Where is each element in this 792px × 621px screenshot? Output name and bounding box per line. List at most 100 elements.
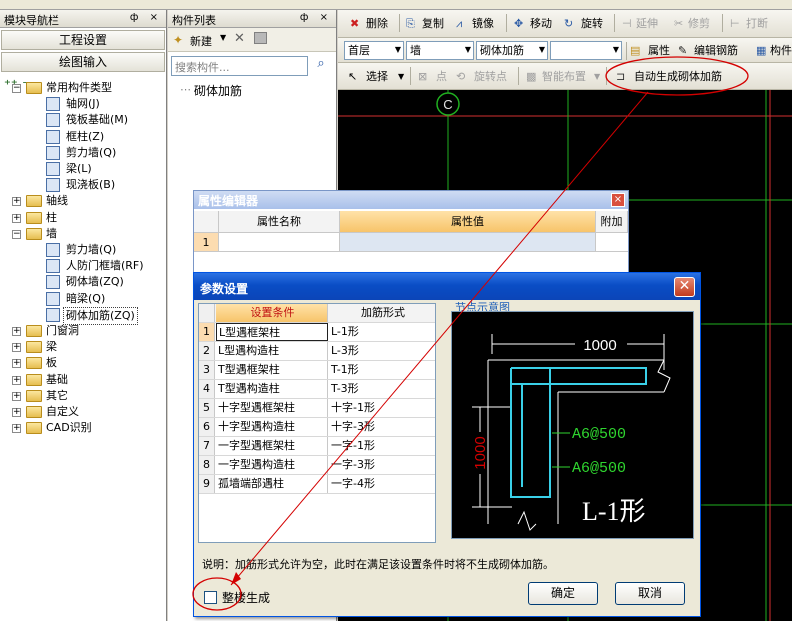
draw-input-button[interactable]: 绘图输入 [1,52,165,72]
tree-item[interactable]: 人防门框墙(RF) [0,258,166,274]
param-row[interactable]: 5 十字型遇框架柱 十字-1形 [199,399,435,418]
param-condition-cell[interactable]: T型遇构造柱 [216,380,328,398]
tree-item[interactable]: − 墙 [0,226,166,242]
param-form-cell[interactable]: 一字-3形 [329,456,435,474]
new-button[interactable]: 新建 [190,33,212,49]
param-row[interactable]: 1 L型遇框架柱 L-1形 [199,323,435,342]
expand-icon[interactable]: + [12,197,21,207]
param-form-cell[interactable]: T-3形 [329,380,435,398]
tree-item[interactable]: + 板 [0,355,166,371]
point-button[interactable]: 点 [436,68,447,85]
tree-item[interactable]: 剪力墙(Q) [0,242,166,258]
tree-item[interactable]: + CAD识别 [0,420,166,436]
tree-item[interactable]: 轴网(J) [0,96,166,112]
project-settings-button[interactable]: 工程设置 [1,30,165,50]
param-condition-cell[interactable]: T型遇框架柱 [216,361,328,379]
tree-item[interactable]: + 基础 [0,372,166,388]
param-form-cell[interactable]: L-3形 [329,342,435,360]
pin-icon[interactable]: ф [300,12,313,23]
auto-generate-button[interactable]: 自动生成砌体加筋 [634,68,722,85]
prop-name-cell[interactable] [219,233,340,252]
tree-item[interactable]: 暗梁(Q) [0,291,166,307]
tree-item[interactable]: + 柱 [0,210,166,226]
expand-icon[interactable]: + [12,424,21,434]
tree-item[interactable]: 剪力墙(Q) [0,145,166,161]
param-condition-cell[interactable]: 一字型遇构造柱 [216,456,328,474]
search-icon[interactable]: ⌕ [310,56,332,76]
tree-item[interactable]: + 其它 [0,388,166,404]
param-row[interactable]: 7 一字型遇框架柱 一字-1形 [199,437,435,456]
tree-item[interactable]: + 梁 [0,339,166,355]
component-button[interactable]: 构件 [770,42,792,59]
param-form-cell[interactable]: 一字-4形 [329,475,435,493]
pin-icon[interactable]: ф [130,12,143,23]
trim-button[interactable]: 修剪 [688,15,710,32]
element-select[interactable]: 砌体加筋 ▼ [476,41,548,60]
expand-icon[interactable]: + [12,327,21,336]
tree-item[interactable]: 砌体墙(ZQ) [0,274,166,290]
expand-icon[interactable]: + [12,213,21,223]
whole-building-checkbox[interactable] [204,591,217,604]
expand-icon[interactable]: + [12,391,21,401]
param-condition-cell[interactable]: L型遇构造柱 [216,342,328,360]
param-condition-cell[interactable]: 十字型遇构造柱 [216,418,328,436]
smart-layout-button[interactable]: 智能布置 [542,68,586,85]
param-row[interactable]: 9 孤墙端部遇柱 一字-4形 [199,475,435,494]
property-button[interactable]: 属性 [648,42,670,59]
close-icon[interactable]: × [320,12,332,23]
param-form-cell[interactable]: 十字-1形 [329,399,435,417]
tree-item[interactable]: + 轴线 [0,193,166,209]
tree-item[interactable]: − 常用构件类型 [0,80,166,96]
delete-icon[interactable]: ✕ [234,31,245,46]
cancel-button[interactable]: 取消 [615,582,685,605]
rotate-point-button[interactable]: 旋转点 [474,68,507,85]
instance-select[interactable]: ▼ [550,41,622,60]
copy-icon[interactable] [254,32,267,44]
tree-item[interactable]: 砌体加筋(ZQ) [0,306,166,325]
param-form-cell[interactable]: 一字-1形 [329,437,435,455]
chevron-down-icon[interactable]: ▼ [594,68,600,85]
expand-icon[interactable]: + [12,375,21,385]
tree-item[interactable]: 现浇板(B) [0,177,166,193]
search-input[interactable]: 搜索构件... [171,56,308,76]
component-item[interactable]: 砌体加筋 [194,82,242,99]
param-condition-cell[interactable]: 十字型遇框架柱 [216,399,328,417]
prop-value-cell[interactable] [340,233,596,252]
ok-button[interactable]: 确定 [528,582,598,605]
param-form-cell[interactable]: 十字-3形 [329,418,435,436]
tree-item[interactable]: + 自定义 [0,404,166,420]
param-row[interactable]: 2 L型遇构造柱 L-3形 [199,342,435,361]
param-condition-cell[interactable]: L型遇框架柱 [216,323,328,341]
collapse-icon[interactable]: − [12,84,21,93]
select-button[interactable]: 选择 [366,68,388,85]
category-select[interactable]: 墙 ▼ [406,41,474,60]
close-icon[interactable]: × [611,193,625,207]
prop-extra-cell[interactable] [596,233,628,252]
chevron-down-icon[interactable]: ▼ [398,68,404,85]
param-row[interactable]: 4 T型遇构造柱 T-3形 [199,380,435,399]
close-button[interactable]: ✕ [674,277,695,297]
chevron-down-icon[interactable]: ▼ [220,33,226,42]
param-row[interactable]: 6 十字型遇构造柱 十字-3形 [199,418,435,437]
mirror-button[interactable]: 镜像 [472,15,494,32]
expand-icon[interactable]: + [12,359,21,369]
break-button[interactable]: 打断 [746,15,768,32]
close-icon[interactable]: × [150,12,162,23]
move-button[interactable]: 移动 [530,15,552,32]
param-form-cell[interactable]: T-1形 [329,361,435,379]
param-row[interactable]: 3 T型遇框架柱 T-1形 [199,361,435,380]
param-form-cell[interactable]: L-1形 [329,323,435,341]
expand-icon[interactable]: + [12,343,21,353]
tree-item[interactable]: 筏板基础(M) [0,112,166,128]
collapse-icon[interactable]: − [12,229,21,239]
tree-item[interactable]: 梁(L) [0,161,166,177]
edit-rebar-button[interactable]: 编辑钢筋 [694,42,738,59]
param-condition-cell[interactable]: 一字型遇框架柱 [216,437,328,455]
floor-select[interactable]: 首层 ▼ [344,41,404,60]
delete-button[interactable]: 删除 [366,15,388,32]
rotate-button[interactable]: 旋转 [581,15,603,32]
copy-button[interactable]: 复制 [422,15,444,32]
tree-item[interactable]: + 门窗洞 [0,323,166,339]
extend-button[interactable]: 延伸 [636,15,658,32]
tree-item[interactable]: 框柱(Z) [0,129,166,145]
